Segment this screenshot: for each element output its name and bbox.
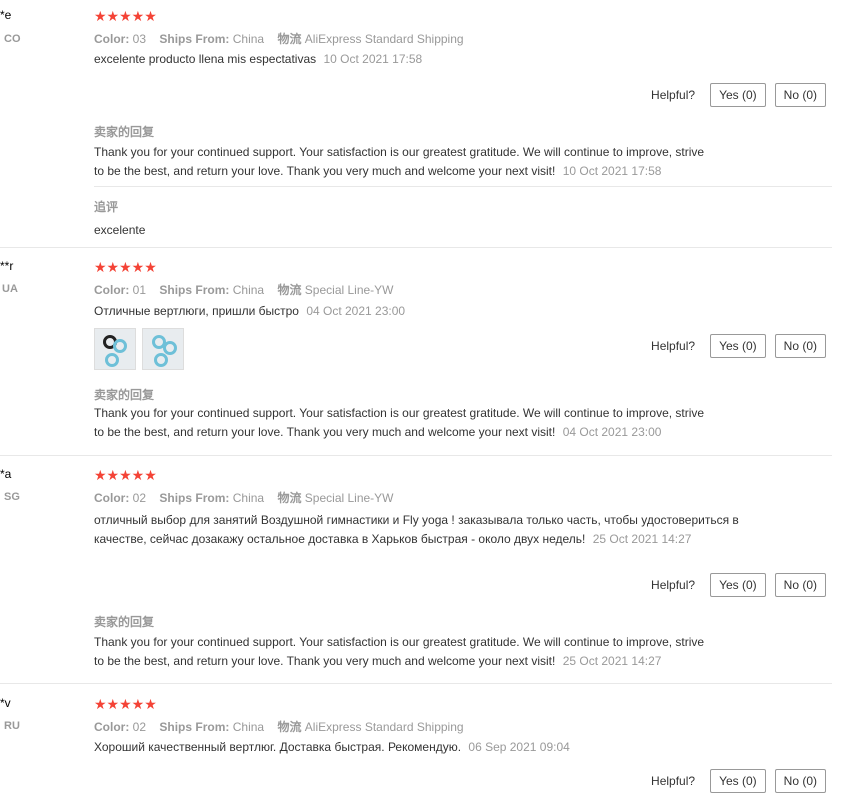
logistics-label: 物流 bbox=[277, 491, 302, 505]
reviewer-name: *v bbox=[0, 696, 11, 710]
seller-reply-label: 卖家的回复 bbox=[94, 125, 155, 139]
reviewer-country: UA bbox=[2, 283, 18, 295]
seller-reply-block: Thank you for your continued support. Yo… bbox=[94, 143, 714, 181]
helpful-controls: Helpful? Yes (0) No (0) bbox=[651, 573, 826, 597]
logistics-value: Special Line-YW bbox=[304, 491, 394, 505]
review-meta: Color: 02 Ships From: China 物流 AliExpres… bbox=[94, 718, 464, 735]
reviewer-country: RU bbox=[4, 720, 20, 732]
helpful-no-button[interactable]: No (0) bbox=[774, 83, 826, 107]
logistics-label: 物流 bbox=[277, 283, 302, 297]
reviewer-name: **r bbox=[0, 259, 14, 273]
review-item: *e CO ★★★★★ Color: 03 Ships From: China … bbox=[0, 8, 832, 248]
ships-from-label: Ships From: bbox=[159, 491, 230, 505]
review-text-block: Отличные вертлюги, пришли быстро 04 Oct … bbox=[94, 302, 794, 321]
seller-reply-block: Thank you for your continued support. Yo… bbox=[94, 404, 714, 442]
ships-from-value: China bbox=[232, 283, 265, 297]
color-label: Color: bbox=[94, 32, 130, 46]
helpful-label: Helpful? bbox=[651, 339, 696, 353]
helpful-no-button[interactable]: No (0) bbox=[774, 769, 826, 793]
helpful-yes-button[interactable]: Yes (0) bbox=[710, 573, 766, 597]
logistics-label: 物流 bbox=[277, 720, 302, 734]
review-date: 04 Oct 2021 23:00 bbox=[306, 304, 406, 318]
ships-from-value: China bbox=[232, 491, 265, 505]
color-value: 02 bbox=[132, 720, 147, 734]
star-rating: ★★★★★ bbox=[94, 696, 157, 712]
review-text-block: Хороший качественный вертлюг. Доставка б… bbox=[94, 738, 794, 757]
review-text-block: excelente producto llena mis espectativa… bbox=[94, 50, 794, 69]
helpful-controls: Helpful? Yes (0) No (0) bbox=[651, 334, 826, 358]
seller-reply-date: 25 Oct 2021 14:27 bbox=[562, 654, 662, 668]
logistics-label: 物流 bbox=[277, 32, 302, 46]
helpful-controls: Helpful? Yes (0) No (0) bbox=[651, 769, 826, 793]
color-value: 02 bbox=[132, 491, 147, 505]
helpful-no-button[interactable]: No (0) bbox=[774, 334, 826, 358]
review-meta: Color: 01 Ships From: China 物流 Special L… bbox=[94, 281, 394, 298]
review-item: *a SG ★★★★★ Color: 02 Ships From: China … bbox=[0, 467, 832, 684]
logistics-value: AliExpress Standard Shipping bbox=[304, 32, 464, 46]
review-photo[interactable] bbox=[142, 328, 184, 370]
helpful-controls: Helpful? Yes (0) No (0) bbox=[651, 83, 826, 107]
helpful-yes-button[interactable]: Yes (0) bbox=[710, 334, 766, 358]
review-photos bbox=[94, 328, 184, 370]
review-text-block: отличный выбор для занятий Воздушной гим… bbox=[94, 511, 744, 549]
helpful-yes-button[interactable]: Yes (0) bbox=[710, 769, 766, 793]
ships-from-label: Ships From: bbox=[159, 720, 230, 734]
color-value: 01 bbox=[132, 283, 147, 297]
star-rating: ★★★★★ bbox=[94, 467, 157, 483]
helpful-label: Helpful? bbox=[651, 578, 696, 592]
seller-reply-block: Thank you for your continued support. Yo… bbox=[94, 633, 714, 671]
review-text: excelente producto llena mis espectativa… bbox=[94, 52, 317, 66]
helpful-no-button[interactable]: No (0) bbox=[774, 573, 826, 597]
helpful-label: Helpful? bbox=[651, 88, 696, 102]
ships-from-value: China bbox=[232, 32, 265, 46]
review-meta: Color: 02 Ships From: China 物流 Special L… bbox=[94, 489, 394, 506]
seller-reply-label: 卖家的回复 bbox=[94, 388, 155, 402]
star-rating: ★★★★★ bbox=[94, 8, 157, 24]
reviewer-name: *e bbox=[0, 8, 12, 22]
review-text: Хороший качественный вертлюг. Доставка б… bbox=[94, 740, 462, 754]
seller-reply-label: 卖家的回复 bbox=[94, 615, 155, 629]
color-label: Color: bbox=[94, 720, 130, 734]
review-date: 10 Oct 2021 17:58 bbox=[323, 52, 423, 66]
followup-label: 追评 bbox=[94, 200, 119, 214]
divider bbox=[94, 186, 832, 187]
helpful-label: Helpful? bbox=[651, 774, 696, 788]
reviewer-country: SG bbox=[4, 491, 20, 503]
ships-from-label: Ships From: bbox=[159, 283, 230, 297]
star-rating: ★★★★★ bbox=[94, 259, 157, 275]
reviewer-name: *a bbox=[0, 467, 12, 481]
color-label: Color: bbox=[94, 283, 130, 297]
reviewer-country: CO bbox=[4, 33, 21, 45]
seller-reply-date: 10 Oct 2021 17:58 bbox=[562, 164, 662, 178]
color-value: 03 bbox=[132, 32, 147, 46]
review-date: 06 Sep 2021 09:04 bbox=[468, 740, 570, 754]
followup-text: excelente bbox=[94, 223, 146, 237]
review-photo[interactable] bbox=[94, 328, 136, 370]
review-item: **r UA ★★★★★ Color: 01 Ships From: China… bbox=[0, 259, 832, 456]
logistics-value: AliExpress Standard Shipping bbox=[304, 720, 464, 734]
review-item: *v RU ★★★★★ Color: 02 Ships From: China … bbox=[0, 696, 832, 812]
seller-reply-date: 04 Oct 2021 23:00 bbox=[562, 425, 662, 439]
ships-from-value: China bbox=[232, 720, 265, 734]
logistics-value: Special Line-YW bbox=[304, 283, 394, 297]
review-text: Отличные вертлюги, пришли быстро bbox=[94, 304, 299, 318]
review-date: 25 Oct 2021 14:27 bbox=[592, 532, 692, 546]
color-label: Color: bbox=[94, 491, 130, 505]
helpful-yes-button[interactable]: Yes (0) bbox=[710, 83, 766, 107]
ships-from-label: Ships From: bbox=[159, 32, 230, 46]
review-meta: Color: 03 Ships From: China 物流 AliExpres… bbox=[94, 30, 464, 47]
